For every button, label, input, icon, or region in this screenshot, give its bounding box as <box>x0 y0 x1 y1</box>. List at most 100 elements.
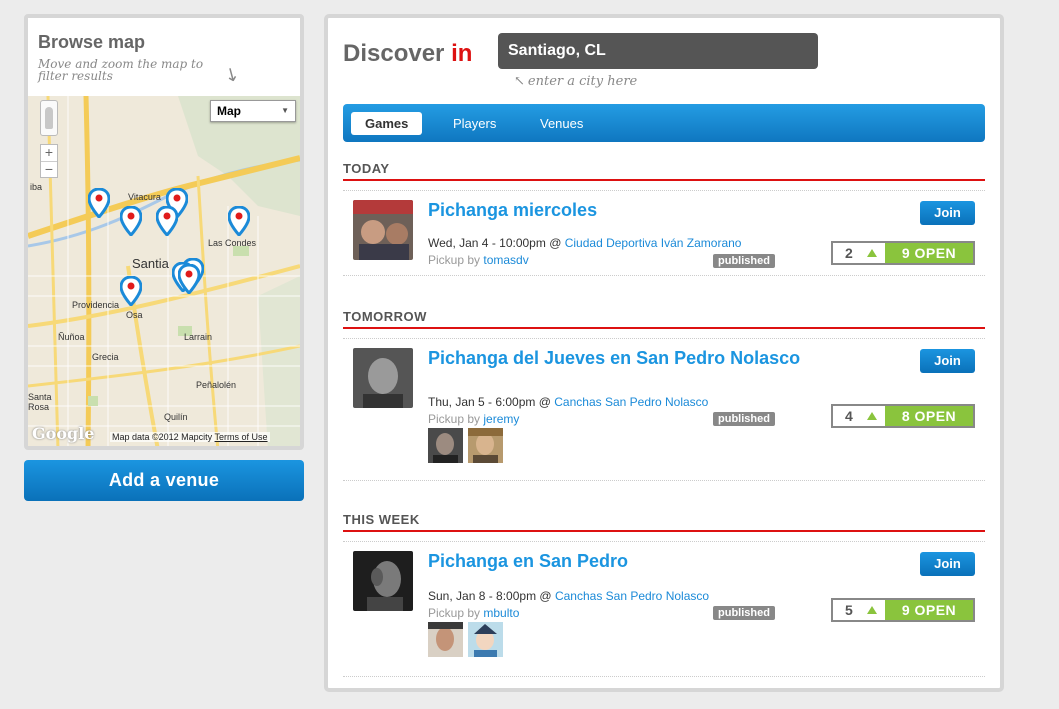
open-spots: 8 OPEN <box>885 406 973 426</box>
event-row: Pichanga miercoles Wed, Jan 4 - 10:00pm … <box>343 190 985 276</box>
player-count-value: 5 <box>845 602 853 618</box>
organizer-link[interactable]: tomasdv <box>483 253 528 267</box>
event-datetime: Wed, Jan 4 - 10:00pm <box>428 236 546 250</box>
tab-games[interactable]: Games <box>351 112 423 135</box>
spots-counter: 4 8 OPEN <box>831 404 975 428</box>
player-avatar[interactable] <box>468 622 503 657</box>
open-spots: 9 OPEN <box>885 243 973 263</box>
player-count: 5 <box>833 600 885 620</box>
map-label-ba: iba <box>30 182 43 192</box>
join-button[interactable]: Join <box>920 552 975 576</box>
avatar-photo <box>468 428 503 463</box>
event-datetime: Thu, Jan 5 - 6:00pm <box>428 395 536 409</box>
event-title-link[interactable]: Pichanga en San Pedro <box>428 552 818 570</box>
join-button[interactable]: Join <box>920 201 975 225</box>
avatar-photo <box>353 200 413 260</box>
event-when: Thu, Jan 5 - 6:00pm @ Canchas San Pedro … <box>428 395 708 409</box>
add-venue-button[interactable]: Add a venue <box>24 460 304 501</box>
joined-players <box>428 622 503 657</box>
event-row: Pichanga del Jueves en San Pedro Nolasco… <box>343 338 985 481</box>
event-title-link[interactable]: Pichanga miercoles <box>428 201 818 219</box>
organizer-avatar[interactable] <box>353 200 413 260</box>
event-pickup: Pickup by tomasdv <box>428 253 529 267</box>
discover-panel: Discover in ↖enter a city here Games Pla… <box>324 14 1004 692</box>
event-title-link[interactable]: Pichanga del Jueves en San Pedro Nolasco <box>428 349 818 367</box>
chevron-down-icon: ▼ <box>281 106 289 115</box>
map-type-select[interactable]: Map ▼ <box>210 100 296 122</box>
organizer-link[interactable]: jeremy <box>483 412 519 426</box>
join-button[interactable]: Join <box>920 349 975 373</box>
event-pickup: Pickup by mbulto <box>428 606 519 620</box>
map-label-vitacura: Vitacura <box>128 192 161 202</box>
joined-players <box>428 428 503 463</box>
map-label-quilin: Quilín <box>164 412 188 422</box>
venue-link[interactable]: Canchas San Pedro Nolasco <box>555 589 709 603</box>
map-marker-icon[interactable] <box>156 206 178 236</box>
event-when: Sun, Jan 8 - 8:00pm @ Canchas San Pedro … <box>428 589 709 603</box>
status-badge: published <box>713 254 775 268</box>
browse-map-title: Browse map <box>38 32 146 52</box>
page-title: Discover in <box>343 40 472 68</box>
discover-in-label: in <box>451 40 473 67</box>
event-when: Wed, Jan 4 - 10:00pm @ Ciudad Deportiva … <box>428 236 741 250</box>
player-count-value: 4 <box>845 408 853 424</box>
player-count-value: 2 <box>845 245 853 261</box>
player-avatar[interactable] <box>428 428 463 463</box>
map-label-osa: Osa <box>126 310 143 320</box>
map-credit: Map data ©2012 Mapcity Terms of Use <box>110 432 270 442</box>
open-spots: 9 OPEN <box>885 600 973 620</box>
status-badge: published <box>713 412 775 426</box>
section-heading-tomorrow: TOMORROW <box>343 309 985 329</box>
avatar-photo <box>353 551 413 611</box>
map-label-las-condes: Las Condes <box>208 238 257 248</box>
map[interactable]: + − Map ▼ iba Vitacura Las Condes Santia… <box>28 96 300 446</box>
zoom-out-button[interactable]: − <box>41 161 57 177</box>
pickup-label: Pickup by <box>428 253 481 267</box>
organizer-avatar[interactable] <box>353 551 413 611</box>
map-type-label: Map <box>217 104 241 118</box>
map-label-providencia: Providencia <box>72 300 120 310</box>
map-zoom-control: + − <box>40 144 58 178</box>
venue-link[interactable]: Canchas San Pedro Nolasco <box>554 395 708 409</box>
tab-venues[interactable]: Venues <box>540 112 583 135</box>
event-pickup: Pickup by jeremy <box>428 412 519 426</box>
event-datetime: Sun, Jan 8 - 8:00pm <box>428 589 537 603</box>
map-marker-icon[interactable] <box>120 206 142 236</box>
map-tiles <box>28 96 300 446</box>
google-logo: Google <box>32 424 95 443</box>
hint-hook-arrow-icon: ↖ <box>514 74 525 89</box>
venue-link[interactable]: Ciudad Deportiva Iván Zamorano <box>565 236 742 250</box>
zoom-in-button[interactable]: + <box>41 145 57 161</box>
avatar-photo <box>468 622 503 657</box>
map-label-santa-rosa: Santa Rosa <box>28 392 52 412</box>
spots-counter: 2 9 OPEN <box>831 241 975 265</box>
city-input[interactable] <box>498 33 818 69</box>
map-label-nunoa: Ñuñoa <box>58 332 85 342</box>
player-count: 2 <box>833 243 885 263</box>
terms-of-use-link[interactable]: Terms of Use <box>215 432 268 442</box>
street-view-pegman[interactable] <box>40 100 58 136</box>
map-marker-icon[interactable] <box>228 206 250 236</box>
tab-bar: Games Players Venues <box>343 104 985 142</box>
browse-map-hint: Move and zoom the map to filter results <box>38 57 204 83</box>
player-avatar[interactable] <box>468 428 503 463</box>
up-arrow-icon <box>867 412 877 420</box>
map-data-credit: Map data ©2012 Mapcity <box>112 432 213 442</box>
organizer-avatar[interactable] <box>353 348 413 408</box>
up-arrow-icon <box>867 606 877 614</box>
city-hint: ↖ enter a city here <box>514 74 637 89</box>
event-at: @ <box>538 395 551 409</box>
player-count: 4 <box>833 406 885 426</box>
organizer-link[interactable]: mbulto <box>483 606 519 620</box>
up-arrow-icon <box>867 249 877 257</box>
map-marker-icon[interactable] <box>120 276 142 306</box>
avatar-photo <box>428 428 463 463</box>
avatar-photo <box>353 348 413 408</box>
map-marker-icon[interactable] <box>178 264 200 294</box>
tab-players[interactable]: Players <box>453 112 496 135</box>
player-avatar[interactable] <box>428 622 463 657</box>
map-marker-icon[interactable] <box>88 188 110 218</box>
city-hint-text: enter a city here <box>527 74 638 89</box>
map-label-penalolen: Peñalolén <box>196 380 237 390</box>
map-label-larrain: Larrain <box>184 332 213 342</box>
